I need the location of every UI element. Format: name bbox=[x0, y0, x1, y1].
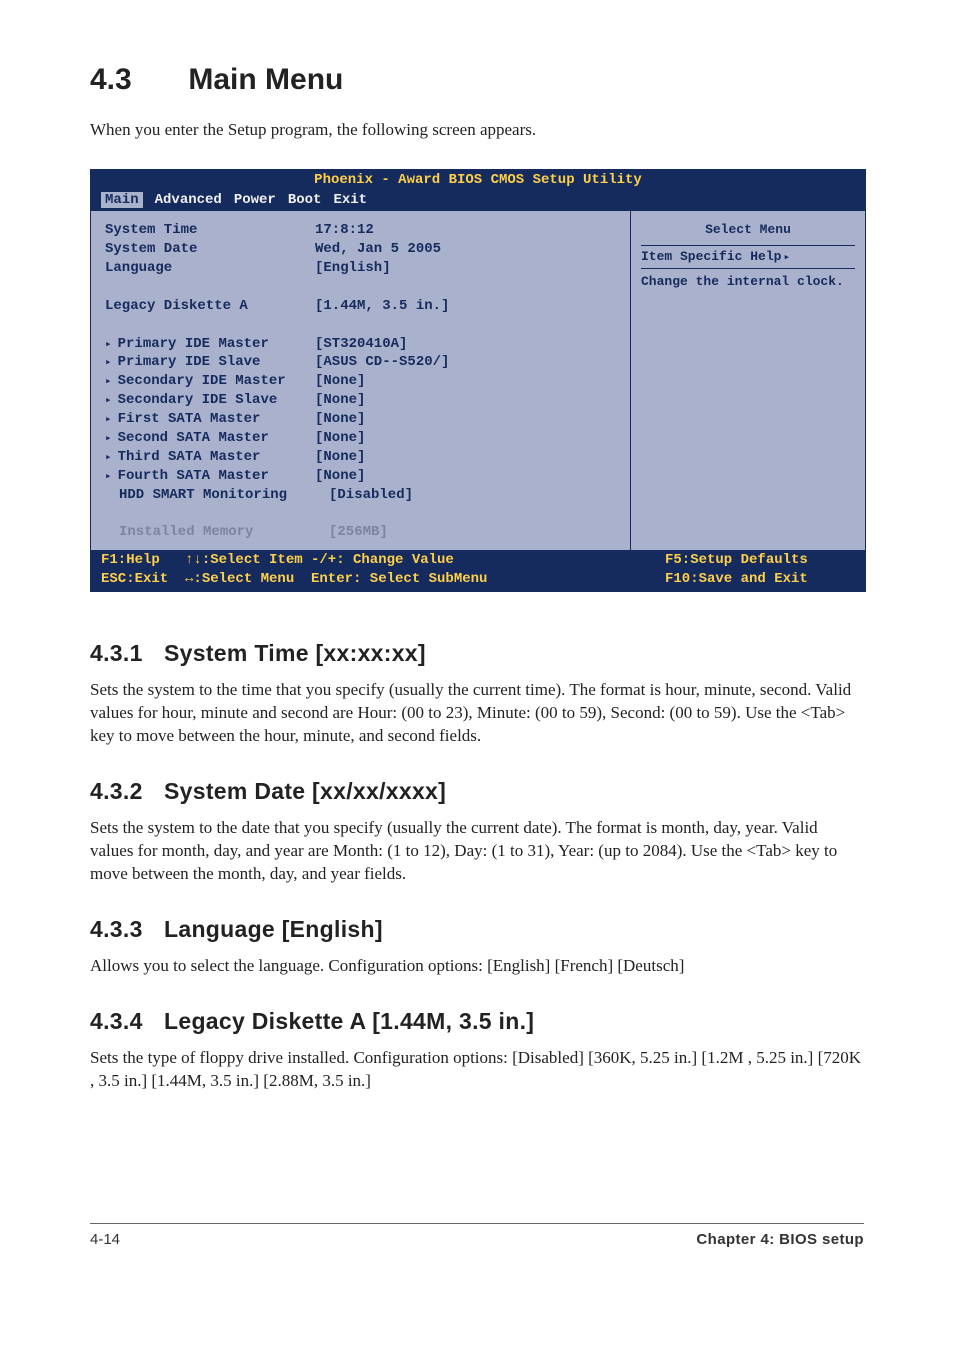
bios-row-value: [1.44M, 3.5 in.] bbox=[315, 297, 630, 316]
bios-row: Secondary IDE Master[None] bbox=[105, 372, 630, 391]
bios-row-label: Primary IDE Master bbox=[105, 335, 315, 354]
bios-row-label: Third SATA Master bbox=[105, 448, 315, 467]
bios-row: Primary IDE Slave[ASUS CD--S520/] bbox=[105, 353, 630, 372]
bios-row-label: First SATA Master bbox=[105, 410, 315, 429]
bios-row-value: [None] bbox=[315, 429, 630, 448]
subsection-body: Sets the system to the time that you spe… bbox=[90, 679, 864, 748]
bios-row-label: Secondary IDE Master bbox=[105, 372, 315, 391]
bios-row: Language[English] bbox=[105, 259, 630, 278]
bios-row: Installed Memory[256MB] bbox=[105, 523, 630, 542]
bios-row-label: Secondary IDE Slave bbox=[105, 391, 315, 410]
footer-l1b: -/+: Change Value bbox=[311, 552, 454, 568]
bios-row-value: [ST320410A] bbox=[315, 335, 630, 354]
intro-text: When you enter the Setup program, the fo… bbox=[90, 119, 864, 142]
bios-title: Phoenix - Award BIOS CMOS Setup Utility bbox=[91, 170, 865, 191]
footer-l2a: ESC:Exit ↔:Select Menu bbox=[101, 571, 294, 587]
bios-menu-advanced: Advanced bbox=[155, 192, 222, 208]
bios-row-value: [ASUS CD--S520/] bbox=[315, 353, 630, 372]
bios-row: Secondary IDE Slave[None] bbox=[105, 391, 630, 410]
subsection-title: Legacy Diskette A [1.44M, 3.5 in.] bbox=[164, 1008, 534, 1034]
subsection-title: System Time [xx:xx:xx] bbox=[164, 640, 426, 666]
bios-footer: F1:Help ↑↓:Select Item ESC:Exit ↔:Select … bbox=[91, 550, 865, 591]
bios-row-value: Wed, Jan 5 2005 bbox=[315, 240, 630, 259]
subsection-heading: 4.3.2System Date [xx/xx/xxxx] bbox=[90, 776, 864, 807]
bios-row-label: HDD SMART Monitoring bbox=[105, 486, 329, 505]
bios-help-panel: Select Menu Item Specific Help Change th… bbox=[630, 211, 865, 550]
subsection-title: System Date [xx/xx/xxxx] bbox=[164, 778, 446, 804]
footer-l2b: Enter: Select SubMenu bbox=[311, 571, 487, 587]
chapter-label: Chapter 4: BIOS setup bbox=[696, 1230, 864, 1250]
bios-row-label: Fourth SATA Master bbox=[105, 467, 315, 486]
page-number: 4-14 bbox=[90, 1230, 120, 1250]
bios-menubar: Main Advanced Power Boot Exit bbox=[91, 191, 865, 211]
bios-row: Fourth SATA Master[None] bbox=[105, 467, 630, 486]
footer-l1a: F1:Help ↑↓:Select Item bbox=[101, 552, 303, 568]
bios-row-value: [None] bbox=[315, 448, 630, 467]
subsection-title: Language [English] bbox=[164, 916, 383, 942]
bios-screenshot: Phoenix - Award BIOS CMOS Setup Utility … bbox=[90, 169, 866, 592]
bios-row: Legacy Diskette A[1.44M, 3.5 in.] bbox=[105, 297, 630, 316]
page-footer: 4-14 Chapter 4: BIOS setup bbox=[90, 1223, 864, 1250]
bios-row: Third SATA Master[None] bbox=[105, 448, 630, 467]
bios-row: System DateWed, Jan 5 2005 bbox=[105, 240, 630, 259]
subsection-number: 4.3.4 bbox=[90, 1006, 164, 1037]
bios-row-label: Second SATA Master bbox=[105, 429, 315, 448]
bios-row-value: [Disabled] bbox=[329, 486, 630, 505]
bios-row-label: Language bbox=[105, 259, 315, 278]
subsection-body: Allows you to select the language. Confi… bbox=[90, 955, 864, 978]
bios-row-value: [None] bbox=[315, 391, 630, 410]
bios-row-value: [None] bbox=[315, 410, 630, 429]
help-text: Change the internal clock. bbox=[641, 273, 855, 291]
section-number: 4.3 bbox=[90, 60, 180, 101]
bios-row-label: Primary IDE Slave bbox=[105, 353, 315, 372]
bios-row: First SATA Master[None] bbox=[105, 410, 630, 429]
bios-row-value: [256MB] bbox=[329, 523, 630, 542]
bios-main-panel: System Time17:8:12System DateWed, Jan 5 … bbox=[91, 211, 630, 550]
bios-row-value: [None] bbox=[315, 467, 630, 486]
bios-row-label: System Date bbox=[105, 240, 315, 259]
bios-menu-main: Main bbox=[101, 192, 143, 208]
bios-menu-power: Power bbox=[234, 192, 276, 208]
footer-l1c: F5:Setup Defaults bbox=[665, 552, 808, 568]
bios-row-value: [None] bbox=[315, 372, 630, 391]
subsection-heading: 4.3.4Legacy Diskette A [1.44M, 3.5 in.] bbox=[90, 1006, 864, 1037]
subsection-body: Sets the type of floppy drive installed.… bbox=[90, 1047, 864, 1093]
bios-row: System Time17:8:12 bbox=[105, 221, 630, 240]
bios-row-value: [English] bbox=[315, 259, 630, 278]
section-title: Main Menu bbox=[188, 63, 343, 96]
bios-row: Primary IDE Master[ST320410A] bbox=[105, 335, 630, 354]
subsection-number: 4.3.1 bbox=[90, 638, 164, 669]
footer-l2c: F10:Save and Exit bbox=[665, 571, 808, 587]
subsection-number: 4.3.3 bbox=[90, 914, 164, 945]
subsection-number: 4.3.2 bbox=[90, 776, 164, 807]
subsection-heading: 4.3.3Language [English] bbox=[90, 914, 864, 945]
bios-row-label: Legacy Diskette A bbox=[105, 297, 315, 316]
subsection-body: Sets the system to the date that you spe… bbox=[90, 817, 864, 886]
bios-row-label: Installed Memory bbox=[105, 523, 329, 542]
bios-menu-exit: Exit bbox=[333, 192, 367, 208]
bios-row-label: System Time bbox=[105, 221, 315, 240]
bios-row: Second SATA Master[None] bbox=[105, 429, 630, 448]
help-select-menu: Select Menu bbox=[641, 221, 855, 239]
bios-menu-boot: Boot bbox=[288, 192, 322, 208]
subsection-heading: 4.3.1System Time [xx:xx:xx] bbox=[90, 638, 864, 669]
help-item-specific: Item Specific Help bbox=[641, 249, 790, 264]
bios-row-value: 17:8:12 bbox=[315, 221, 630, 240]
page-title: 4.3 Main Menu bbox=[90, 60, 864, 101]
bios-row: HDD SMART Monitoring[Disabled] bbox=[105, 486, 630, 505]
